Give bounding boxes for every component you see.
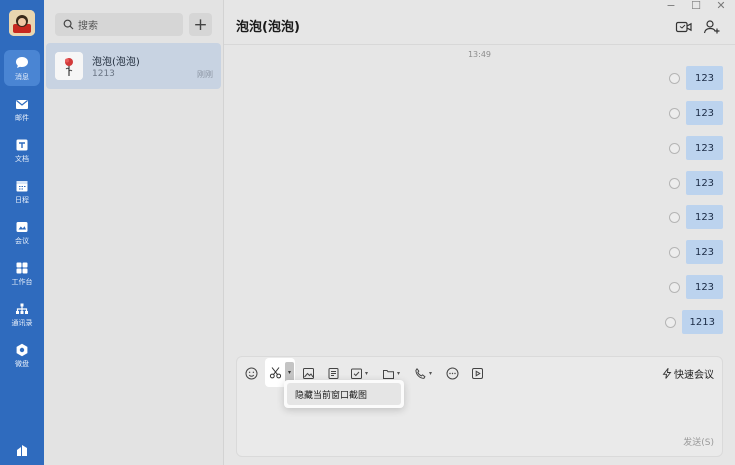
scissors-icon xyxy=(269,367,282,379)
screenshot-menu: 隐藏当前窗口截图 xyxy=(284,380,404,408)
message-bubble[interactable]: 123 xyxy=(686,275,723,299)
select-radio[interactable] xyxy=(669,246,680,258)
message-bubble[interactable]: 123 xyxy=(686,66,723,90)
select-radio[interactable] xyxy=(669,211,680,223)
add-member-icon[interactable] xyxy=(703,18,721,36)
calendar-icon xyxy=(16,180,28,191)
more-icon xyxy=(446,367,459,379)
sidebar-item-workbench[interactable]: 工作台 xyxy=(4,255,40,291)
sidebar-item-label: 邮件 xyxy=(15,113,29,122)
note-button[interactable] xyxy=(327,365,340,381)
chevron-down-icon: ▾ xyxy=(397,369,401,377)
chat-bubble-icon xyxy=(16,56,28,68)
sidebar-item-contacts[interactable]: 通讯录 xyxy=(4,296,40,332)
message-row: 123 xyxy=(669,240,723,264)
message-timestamp: 13:49 xyxy=(467,50,492,59)
send-button[interactable]: 发送(S) xyxy=(683,435,714,448)
select-radio[interactable] xyxy=(664,316,676,328)
mail-icon xyxy=(16,99,28,109)
message-bubble[interactable]: 123 xyxy=(686,205,723,229)
message-row: 123 xyxy=(669,205,723,229)
emoji-icon xyxy=(245,367,258,379)
drive-icon xyxy=(16,343,28,356)
more-apps-icon xyxy=(17,445,27,456)
sidebar-item-label: 会议 xyxy=(15,236,29,245)
conversation-avatar xyxy=(55,52,83,80)
sidebar-item-mail[interactable]: 邮件 xyxy=(4,91,40,127)
hide-window-screenshot-item[interactable]: 隐藏当前窗口截图 xyxy=(287,383,401,405)
lightning-icon xyxy=(662,368,672,379)
minimize-button[interactable]: − xyxy=(661,0,681,12)
workbench-icon xyxy=(16,262,28,273)
chat-divider xyxy=(224,44,735,45)
call-button[interactable]: ▾ xyxy=(414,365,432,381)
todo-button[interactable]: ▾ xyxy=(350,365,368,381)
more-apps-button[interactable] xyxy=(4,432,40,465)
search-icon xyxy=(63,19,74,30)
file-button[interactable]: ▾ xyxy=(382,365,400,381)
sidebar-item-calendar[interactable]: 日程 xyxy=(4,173,40,209)
close-button[interactable]: ✕ xyxy=(711,0,731,12)
sidebar-item-meetings[interactable]: 会议 xyxy=(4,214,40,250)
sidebar-item-drive[interactable]: 微盘 xyxy=(4,337,40,373)
search-input[interactable]: 搜索 xyxy=(55,13,183,36)
sidebar-item-label: 消息 xyxy=(15,72,29,81)
message-row: 123 xyxy=(669,275,723,299)
sidebar-item-label: 文档 xyxy=(15,154,29,163)
chevron-down-icon: ▾ xyxy=(429,369,433,377)
message-row: 123 xyxy=(669,171,723,195)
folder-icon xyxy=(383,369,394,379)
message-row: 123 xyxy=(669,101,723,125)
add-button[interactable]: + xyxy=(189,13,212,36)
message-bubble[interactable]: 1213 xyxy=(681,310,723,334)
maximize-button[interactable]: ☐ xyxy=(686,0,706,12)
play-icon xyxy=(472,367,483,379)
phone-icon xyxy=(415,367,426,379)
chevron-down-icon: ▾ xyxy=(365,369,369,377)
message-row: 1213 xyxy=(664,310,723,334)
conversation-name: 泡泡(泡泡) xyxy=(92,57,140,68)
video-call-icon[interactable] xyxy=(675,18,693,36)
message-bubble[interactable]: 123 xyxy=(686,240,723,264)
sidebar-item-label: 日程 xyxy=(15,195,29,204)
more-button[interactable] xyxy=(446,365,459,381)
select-radio[interactable] xyxy=(669,177,680,189)
chat-title: 泡泡(泡泡) xyxy=(236,20,300,35)
image-icon xyxy=(303,367,314,379)
emoji-button[interactable] xyxy=(245,365,258,381)
note-icon xyxy=(328,367,339,379)
conversation-item[interactable]: 泡泡(泡泡) 1213 刚刚 xyxy=(46,43,221,89)
select-radio[interactable] xyxy=(669,142,680,154)
search-placeholder: 搜索 xyxy=(78,21,98,32)
user-avatar[interactable] xyxy=(9,10,35,36)
quick-meeting-button[interactable]: 快速会议 xyxy=(662,366,714,381)
message-bubble[interactable]: 123 xyxy=(686,136,723,160)
select-radio[interactable] xyxy=(669,281,680,293)
sidebar-item-label: 工作台 xyxy=(11,277,33,286)
select-radio[interactable] xyxy=(669,72,680,84)
document-icon xyxy=(16,139,28,150)
conversation-list: 搜索 + 泡泡(泡泡) 1213 刚刚 xyxy=(44,0,224,465)
message-bubble[interactable]: 123 xyxy=(686,101,723,125)
sidebar-item-docs[interactable]: 文档 xyxy=(4,132,40,168)
quick-meeting-label: 快速会议 xyxy=(674,370,714,381)
contacts-icon xyxy=(16,303,28,314)
conversation-time: 刚刚 xyxy=(197,70,213,79)
sidebar-item-messages[interactable]: 消息 xyxy=(4,50,40,86)
message-bubble[interactable]: 123 xyxy=(686,171,723,195)
todo-icon xyxy=(351,368,362,379)
sidebar-item-label: 通讯录 xyxy=(11,318,33,327)
meeting-icon xyxy=(16,221,28,232)
sidebar-item-label: 微盘 xyxy=(15,359,29,368)
conversation-preview: 1213 xyxy=(92,69,115,79)
message-row: 123 xyxy=(669,66,723,90)
image-button[interactable] xyxy=(302,365,315,381)
live-button[interactable] xyxy=(471,365,484,381)
message-row: 123 xyxy=(669,136,723,160)
left-rail: 消息 邮件 文档 日程 会议 工作台 通讯录 微盘 xyxy=(0,0,44,465)
select-radio[interactable] xyxy=(669,107,680,119)
